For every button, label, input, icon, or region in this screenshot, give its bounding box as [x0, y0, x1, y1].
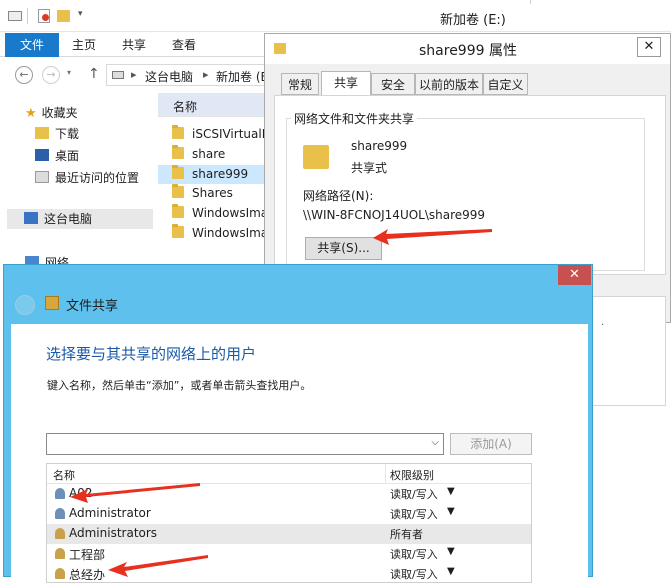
annotation-arrow-a02	[70, 483, 200, 503]
annotation-arrows	[70, 229, 492, 577]
annotation-arrow-zongjingban	[108, 555, 208, 577]
annotation-arrow-share-button	[373, 229, 492, 245]
